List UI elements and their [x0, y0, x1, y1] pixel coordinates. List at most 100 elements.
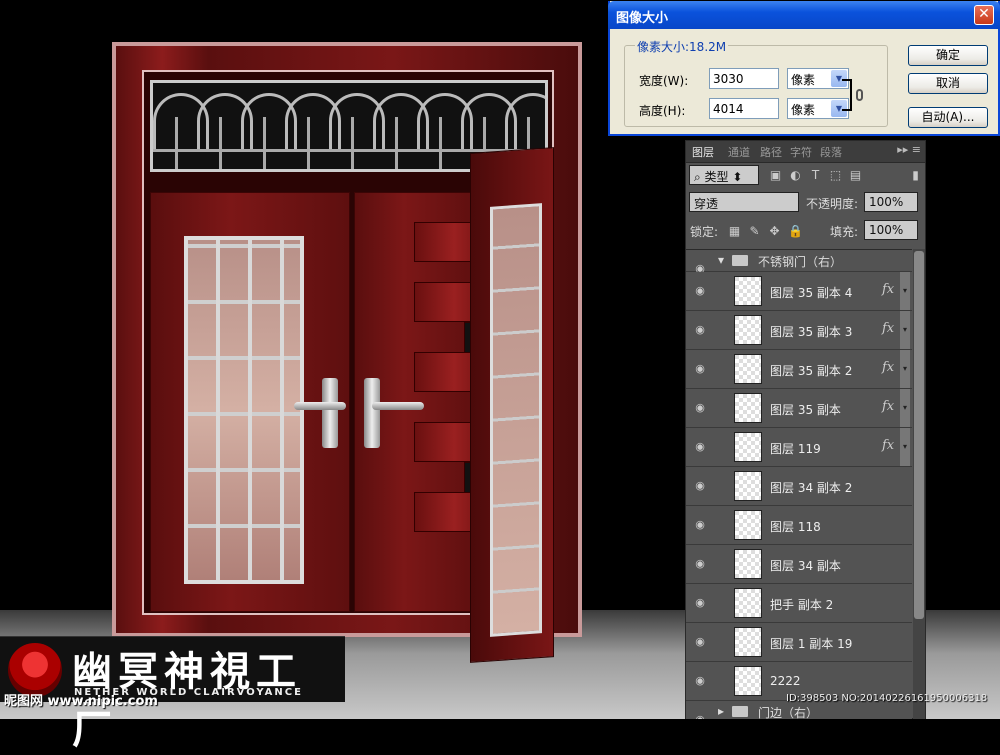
filter-kind-select[interactable]: ⌕ 类型 ⬍ [689, 165, 759, 185]
lock-all-icon[interactable]: 🔒 [788, 225, 803, 238]
layer-name: 图层 34 副本 2 [770, 481, 853, 495]
height-unit-select[interactable]: 像素 ▼ [787, 98, 849, 119]
chevron-down-icon[interactable]: ▾ [900, 389, 910, 427]
layer-name: 图层 35 副本 3 [770, 325, 853, 339]
chevron-down-icon[interactable]: ▾ [900, 350, 910, 388]
eye-icon[interactable]: ◉ [692, 635, 708, 648]
layer-thumbnail [734, 393, 762, 423]
eye-icon[interactable]: ◉ [692, 362, 708, 375]
cancel-button[interactable]: 取消 [908, 73, 988, 94]
smart-object-filter-icon[interactable]: ▤ [849, 169, 862, 182]
layer-name: 把手 副本 2 [770, 598, 834, 612]
pixel-filter-icon[interactable]: ▣ [769, 169, 782, 182]
type-filter-icon[interactable]: T [809, 169, 822, 182]
filter-toggle-icon[interactable]: ▮ [909, 169, 922, 182]
opacity-value: 100% [869, 195, 904, 209]
width-unit-value: 像素 [791, 73, 816, 87]
lock-brush-icon[interactable]: ✎ [748, 225, 761, 238]
layer-row[interactable]: ◉ 图层 35 副本 2 fx ▾ [686, 350, 912, 389]
eye-icon[interactable]: ◉ [692, 674, 708, 687]
height-input[interactable] [709, 98, 779, 119]
door-open-glass [490, 203, 542, 637]
chevron-down-icon[interactable]: ▾ [900, 272, 910, 310]
layer-name: 图层 35 副本 [770, 403, 841, 417]
fill-input[interactable]: 100% [864, 220, 918, 240]
layer-thumbnail [734, 432, 762, 462]
fx-icon[interactable]: fx [882, 321, 894, 336]
layer-thumbnail [734, 315, 762, 345]
blend-mode-value: 穿透 [694, 197, 719, 211]
scrollbar-thumb[interactable] [914, 251, 924, 619]
lock-move-icon[interactable]: ✥ [768, 225, 781, 238]
layer-name: 图层 119 [770, 442, 821, 456]
fx-icon[interactable]: fx [882, 360, 894, 375]
layer-thumbnail [734, 549, 762, 579]
layer-row[interactable]: ◉ 图层 35 副本 fx ▾ [686, 389, 912, 428]
layer-row[interactable]: ◉ 图层 1 副本 19 [686, 623, 912, 662]
layer-thumbnail [734, 276, 762, 306]
layer-group-row[interactable]: ◉ ▾ 不锈钢门（右） [686, 250, 912, 275]
layer-thumbnail [734, 354, 762, 384]
ok-button[interactable]: 确定 [908, 45, 988, 66]
folder-icon [732, 706, 748, 717]
shape-filter-icon[interactable]: ⬚ [829, 169, 842, 182]
adjustment-filter-icon[interactable]: ◐ [789, 169, 802, 182]
layer-row[interactable]: ◉ 把手 副本 2 [686, 584, 912, 623]
expand-arrow-icon[interactable]: ▾ [718, 253, 724, 267]
panel-tabs: 图层 通道 路径 字符 段落 ▸▸ ≡ [686, 141, 925, 163]
layer-thumbnail [734, 471, 762, 501]
layer-row[interactable]: ◉ 图层 118 [686, 506, 912, 545]
group-name: 不锈钢门（右） [758, 255, 843, 269]
opacity-label: 不透明度: [806, 197, 859, 211]
tab-channels[interactable]: 通道 [728, 144, 750, 160]
layer-row[interactable]: ◉ 图层 119 fx ▾ [686, 428, 912, 467]
panel-menu-icon[interactable]: ▸▸ ≡ [897, 143, 921, 156]
layer-thumbnail [734, 588, 762, 618]
fill-label: 填充: [830, 225, 859, 239]
layers-scrollbar[interactable] [913, 249, 925, 719]
layer-name: 图层 35 副本 4 [770, 286, 853, 300]
nipic-watermark: 昵图网 www.nipic.com [4, 694, 158, 709]
eye-icon[interactable]: ◉ [692, 596, 708, 609]
fx-icon[interactable]: fx [882, 282, 894, 297]
layer-row[interactable]: ◉ 图层 35 副本 3 fx ▾ [686, 311, 912, 350]
blend-mode-select[interactable]: 穿透 [689, 192, 799, 212]
fx-icon[interactable]: fx [882, 438, 894, 453]
collapse-arrow-icon[interactable]: ▸ [718, 704, 724, 718]
tab-character[interactable]: 字符 [790, 144, 812, 160]
close-icon[interactable]: ✕ [974, 5, 994, 25]
fill-value: 100% [869, 223, 904, 237]
eye-icon[interactable]: ◉ [692, 713, 708, 719]
eye-icon[interactable]: ◉ [692, 284, 708, 297]
tab-paths[interactable]: 路径 [760, 144, 782, 160]
constrain-proportions-link[interactable] [842, 79, 864, 111]
layer-row[interactable]: ◉ 图层 34 副本 2 [686, 467, 912, 506]
eye-icon[interactable]: ◉ [692, 440, 708, 453]
eye-icon[interactable]: ◉ [692, 401, 708, 414]
eye-icon[interactable]: ◉ [692, 557, 708, 570]
layers-list: ◉ ▾ 不锈钢门（右） ◉ 图层 35 副本 4 fx ▾ ◉ 图层 35 副本 3 fx ▾… [686, 249, 912, 719]
bracket-icon [842, 79, 852, 111]
layers-panel: 图层 通道 路径 字符 段落 ▸▸ ≡ ⌕ 类型 ⬍ ▣ ◐ T ⬚ ▤ ▮ 穿… [685, 140, 926, 719]
width-input[interactable] [709, 68, 779, 89]
folder-icon [732, 255, 748, 266]
height-unit-value: 像素 [791, 103, 816, 117]
door-handle-left [322, 378, 338, 448]
lock-transparent-icon[interactable]: ▦ [728, 225, 741, 238]
auto-button[interactable]: 自动(A)... [908, 107, 988, 128]
eye-icon[interactable]: ◉ [692, 323, 708, 336]
opacity-input[interactable]: 100% [864, 192, 918, 212]
eye-icon[interactable]: ◉ [692, 518, 708, 531]
layer-row[interactable]: ◉ 图层 35 副本 4 fx ▾ [686, 272, 912, 311]
eye-icon[interactable]: ◉ [692, 479, 708, 492]
fx-icon[interactable]: fx [882, 399, 894, 414]
layer-row[interactable]: ◉ 图层 34 副本 [686, 545, 912, 584]
chevron-down-icon[interactable]: ▾ [900, 311, 910, 349]
width-unit-select[interactable]: 像素 ▼ [787, 68, 849, 89]
tab-paragraph[interactable]: 段落 [820, 144, 842, 160]
layer-filter-row: ⌕ 类型 ⬍ ▣ ◐ T ⬚ ▤ ▮ [689, 165, 921, 187]
chevron-down-icon[interactable]: ▾ [900, 428, 910, 466]
bottom-group-name: 门边（右） [758, 706, 819, 719]
image-id-text: ID:398503 NO:20140226161950006318 [786, 693, 988, 704]
tab-layers[interactable]: 图层 [692, 144, 714, 160]
